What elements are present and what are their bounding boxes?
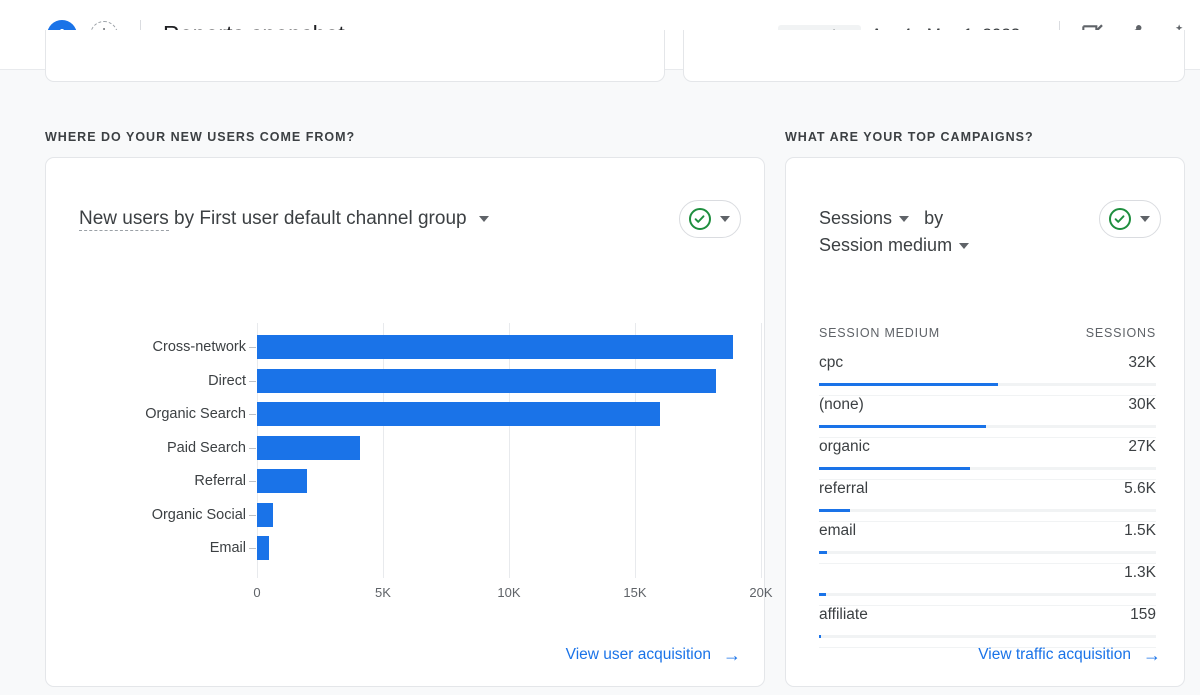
table-row[interactable]: cpc 32K <box>819 354 1156 396</box>
category-label: Referral <box>194 473 246 489</box>
arrow-right-icon: → <box>1143 646 1161 664</box>
axis-tick <box>249 381 256 382</box>
row-metric-value: 159 <box>1130 606 1156 624</box>
row-dimension-value: cpc <box>819 354 843 372</box>
category-label: Paid Search <box>167 440 246 456</box>
row-dimension-value: affiliate <box>819 606 868 624</box>
card-above-left-partial <box>45 30 665 82</box>
new-users-card: New users by First user default channel … <box>45 157 765 687</box>
row-bar-track <box>819 635 1156 638</box>
axis-tick <box>249 515 256 516</box>
category-label: Direct <box>208 373 246 389</box>
row-bar-track <box>819 509 1156 512</box>
gridline <box>383 323 384 578</box>
chart-title-metric[interactable]: New users <box>79 208 169 231</box>
category-label: Cross-network <box>153 339 246 355</box>
chevron-down-icon[interactable] <box>899 216 909 222</box>
dashboard-body: WHERE DO YOUR NEW USERS COME FROM? WHAT … <box>0 70 1200 695</box>
table-row[interactable]: organic 27K <box>819 438 1156 480</box>
top-campaigns-card: Sessions by Session medium SESSION MEDIU… <box>785 157 1185 687</box>
view-user-acquisition-link[interactable]: View user acquisition → <box>566 646 741 664</box>
row-dimension-value: organic <box>819 438 870 456</box>
table-row[interactable]: 1.3K <box>819 564 1156 606</box>
gridline <box>635 323 636 578</box>
bar[interactable] <box>257 536 269 560</box>
link-label: View traffic acquisition <box>978 646 1131 664</box>
row-bar-track <box>819 467 1156 470</box>
x-axis-tick-label: 20K <box>749 585 772 600</box>
metric-selector[interactable]: Sessions <box>819 208 892 228</box>
row-bar-track <box>819 425 1156 428</box>
check-circle-icon <box>689 208 711 230</box>
row-bar-track <box>819 593 1156 596</box>
table-row[interactable]: (none) 30K <box>819 396 1156 438</box>
bar[interactable] <box>257 503 273 527</box>
row-metric-value: 30K <box>1128 396 1156 414</box>
row-bar-fill <box>819 467 970 470</box>
section-label-top-campaigns: WHAT ARE YOUR TOP CAMPAIGNS? <box>785 130 1034 144</box>
card-above-right-partial <box>683 30 1185 82</box>
bar[interactable] <box>257 436 360 460</box>
row-metric-value: 5.6K <box>1124 480 1156 498</box>
row-metric-value: 1.3K <box>1124 564 1156 582</box>
data-quality-button[interactable] <box>1099 200 1161 238</box>
row-bar-fill <box>819 551 827 554</box>
chart-title[interactable]: New users by First user default channel … <box>79 208 489 230</box>
x-axis-tick-label: 10K <box>497 585 520 600</box>
chart-title-dimension: by First user default channel group <box>174 208 467 229</box>
bar[interactable] <box>257 469 307 493</box>
table-row[interactable]: email 1.5K <box>819 522 1156 564</box>
check-circle-icon <box>1109 208 1131 230</box>
bar[interactable] <box>257 402 660 426</box>
row-dimension-value: (none) <box>819 396 864 414</box>
column-header-dimension: SESSION MEDIUM <box>819 326 940 340</box>
axis-tick <box>249 481 256 482</box>
table-row[interactable]: affiliate 159 <box>819 606 1156 648</box>
axis-tick <box>249 347 256 348</box>
dimension-selector-row: Session medium <box>819 235 969 256</box>
row-bar-track <box>819 383 1156 386</box>
category-label: Organic Search <box>145 406 246 422</box>
view-traffic-acquisition-link[interactable]: View traffic acquisition → <box>978 646 1161 664</box>
chevron-down-icon[interactable] <box>720 216 730 222</box>
category-label: Organic Social <box>152 507 246 523</box>
metric-selector-row: Sessions by <box>819 208 943 229</box>
axis-tick <box>249 414 256 415</box>
gridline <box>509 323 510 578</box>
by-label: by <box>924 208 943 228</box>
chevron-down-icon[interactable] <box>479 216 489 222</box>
link-label: View user acquisition <box>566 646 711 664</box>
axis-tick <box>249 548 256 549</box>
x-axis-tick-label: 5K <box>375 585 391 600</box>
dimension-selector[interactable]: Session medium <box>819 235 952 255</box>
x-axis-tick-label: 0 <box>253 585 260 600</box>
section-label-new-users: WHERE DO YOUR NEW USERS COME FROM? <box>45 130 355 144</box>
row-dimension-value: referral <box>819 480 868 498</box>
axis-tick <box>249 448 256 449</box>
row-bar-fill <box>819 383 998 386</box>
row-metric-value: 1.5K <box>1124 522 1156 540</box>
table-row[interactable]: referral 5.6K <box>819 480 1156 522</box>
row-bar-fill <box>819 509 850 512</box>
chevron-down-icon[interactable] <box>959 243 969 249</box>
data-quality-button[interactable] <box>679 200 741 238</box>
bar[interactable] <box>257 369 716 393</box>
row-bar-fill <box>819 593 826 596</box>
row-bar-fill <box>819 635 821 638</box>
bar[interactable] <box>257 335 733 359</box>
row-bar-fill <box>819 425 986 428</box>
horizontal-bar-chart: Cross-network Direct Organic Search Paid Se… <box>46 323 766 628</box>
gridline <box>761 323 762 578</box>
column-header-metric: SESSIONS <box>1086 326 1156 340</box>
arrow-right-icon: → <box>723 646 741 664</box>
row-bar-track <box>819 551 1156 554</box>
x-axis-tick-label: 15K <box>623 585 646 600</box>
row-metric-value: 32K <box>1128 354 1156 372</box>
category-label: Email <box>210 540 246 556</box>
row-metric-value: 27K <box>1128 438 1156 456</box>
row-dimension-value: email <box>819 522 856 540</box>
chevron-down-icon[interactable] <box>1140 216 1150 222</box>
